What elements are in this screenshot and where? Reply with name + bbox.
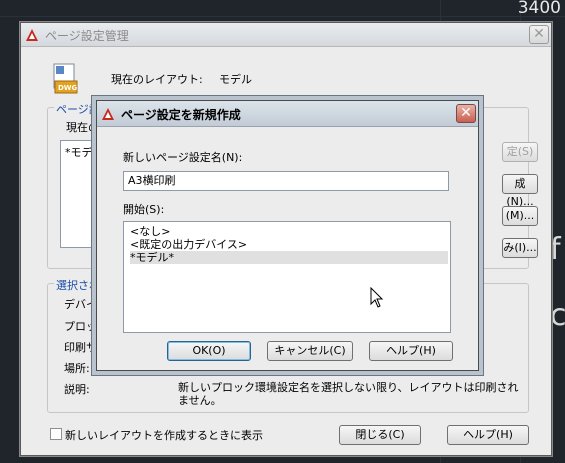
page-setups-legend: ページ設: [54, 101, 102, 117]
show-on-new-layout-label: 新しいレイアウトを作成するときに表示: [65, 429, 263, 442]
list-item[interactable]: <既定の出力デバイス>: [130, 238, 448, 251]
set-current-button[interactable]: 定(S): [502, 142, 538, 162]
list-item[interactable]: *モデ: [65, 144, 93, 160]
outer-close-button[interactable]: ✕: [529, 25, 549, 44]
outer-title-bar[interactable]: ページ設定管理 ✕: [21, 23, 551, 47]
detail-location-label: 場所:: [64, 362, 90, 375]
start-with-label: 開始(S):: [123, 203, 165, 216]
outer-dialog-title: ページ設定管理: [45, 29, 129, 43]
inner-close-button[interactable]: ✕: [456, 104, 476, 123]
cad-text-fragment: c: [550, 298, 565, 333]
start-with-list[interactable]: <なし> <既定の出力デバイス> *モデル*: [123, 221, 451, 333]
show-on-new-layout-checkbox[interactable]: [50, 428, 62, 440]
inner-help-button[interactable]: ヘルプ(H): [369, 341, 453, 361]
modify-button[interactable]: (M)...: [502, 206, 538, 226]
detail-plot-size-label: 印刷サ: [64, 341, 97, 354]
import-button[interactable]: み(I)...: [502, 238, 538, 258]
description-value: 新しいプロック環境設定名を選択しない限り、レイアウトは印刷されません。: [178, 381, 519, 407]
current-layout-value: モデル: [219, 73, 252, 86]
list-item[interactable]: <なし>: [130, 225, 448, 238]
svg-text:DWG: DWG: [58, 84, 78, 92]
new-page-setup-dialog: ページ設定を新規作成 ✕ 新しいページ設定名(N): A3横印刷 開始(S): …: [96, 100, 479, 371]
current-layout-label: 現在のレイアウト:: [111, 73, 203, 86]
new-name-label: 新しいページ設定名(N):: [123, 151, 243, 164]
coordinate-readout: 3400: [517, 0, 561, 18]
close-button[interactable]: 閉じる(C): [339, 425, 421, 445]
detail-description-label: 説明:: [64, 383, 90, 396]
mouse-pointer-icon: [370, 287, 384, 308]
autocad-icon: [102, 108, 114, 120]
selected-details-legend: 選択され: [54, 277, 102, 293]
ok-button[interactable]: OK(O): [167, 341, 251, 361]
outer-help-button[interactable]: ヘルプ(H): [447, 425, 529, 445]
cancel-button[interactable]: キャンセル(C): [267, 341, 353, 361]
current-page-setup-label: 現在の: [66, 121, 99, 134]
inner-title-bar[interactable]: ページ設定を新規作成 ✕: [97, 101, 478, 127]
autocad-icon: [26, 29, 38, 41]
list-item-selected[interactable]: *モデル*: [130, 251, 448, 264]
page-setups-list[interactable]: *モデ: [60, 140, 100, 248]
new-page-setup-button[interactable]: 成(N)...: [502, 174, 538, 208]
new-page-setup-name-input[interactable]: A3横印刷: [123, 171, 449, 191]
dwg-file-icon: DWG: [53, 63, 78, 94]
inner-dialog-title: ページ設定を新規作成: [121, 108, 241, 122]
